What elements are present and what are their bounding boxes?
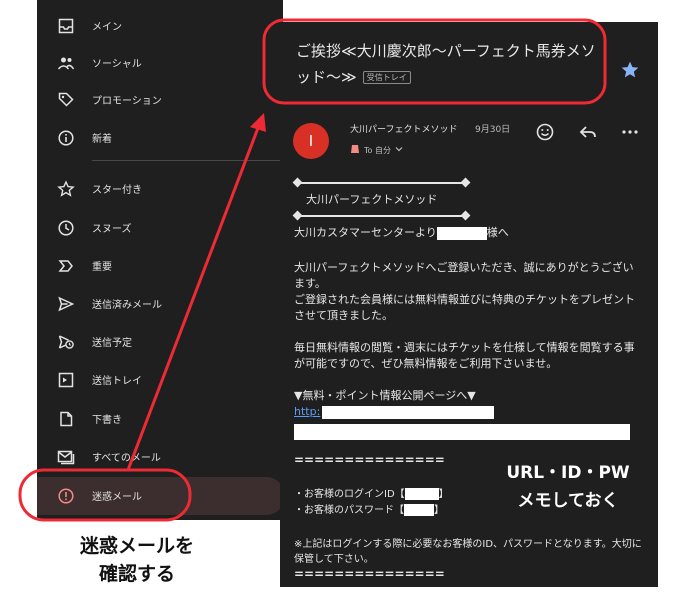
mail-sidebar: メインソーシャルプロモーション 新着スター付きスヌーズ重要送信済みメール 送信予定送… (37, 0, 283, 520)
body-paragraph-2: 毎日無料情報の閲覧・週末にはチケットを仕様して情報を閲覧する事が可能ですので、ぜ… (294, 341, 635, 370)
chevron-down-icon[interactable] (395, 145, 403, 155)
sender-avatar[interactable]: I (293, 123, 329, 159)
sidebar-item[interactable]: 送信予定 (37, 323, 283, 361)
sidebar-item-label: ソーシャル (92, 59, 142, 70)
sidebar-item-label: 送信済みメール (92, 300, 162, 311)
sidebar-item-label: 送信予定 (92, 338, 132, 349)
storage-note: ※上記はログインする際に必要なお客様のID、パスワードとなります。大切に保管して… (294, 539, 642, 565)
sidebar-divider (92, 160, 283, 161)
diamond-ornament (292, 210, 303, 221)
recipient-label: To 自分 (364, 145, 391, 155)
sidebar-item[interactable]: 下書き (37, 400, 283, 438)
more-options-icon[interactable] (620, 122, 640, 146)
inbox-icon (57, 17, 75, 35)
diamond-ornament (292, 177, 303, 188)
spam-warning-icon (350, 144, 360, 156)
diamond-ornament (460, 210, 471, 221)
send-icon (57, 295, 75, 313)
sidebar-item[interactable]: 送信済みメール (37, 285, 283, 323)
redacted-login-id (404, 488, 439, 500)
sidebar-item[interactable]: すべてのメール (37, 438, 283, 476)
star-icon[interactable] (620, 60, 640, 84)
password-label: ・お客様のパスワード【 (294, 505, 404, 516)
email-date: 9月30日 (475, 125, 511, 135)
header-rule-top (298, 182, 466, 184)
sidebar-item[interactable]: メイン (37, 7, 283, 45)
sidebar-item[interactable]: ソーシャル (37, 44, 283, 82)
sender-name[interactable]: 大川パーフェクトメソッド (350, 122, 457, 135)
outbox-icon (57, 371, 75, 389)
greeting-line: 大川カスタマーセンターより 様へ (294, 225, 644, 241)
redacted-password (404, 504, 434, 516)
draft-icon (57, 410, 75, 428)
tag-icon (57, 91, 75, 109)
sidebar-item[interactable]: スヌーズ (37, 209, 283, 247)
login-id-label: ・お客様のログインID【 (294, 489, 405, 500)
redacted-url (322, 405, 495, 419)
info-page-link[interactable]: http: (294, 404, 644, 420)
email-subject-text: ご挨拶≪大川慶次郎〜パーフェクト馬券メソッド〜≫ (296, 42, 596, 86)
info-icon (57, 129, 75, 147)
spam-icon (57, 487, 75, 505)
sidebar-item[interactable]: 重要 (37, 247, 283, 285)
header-rule-bottom (298, 215, 466, 217)
caption-lines: 迷惑メールを 確認する (79, 535, 194, 585)
memo-callout: URL・ID・PW メモしておく (506, 463, 630, 511)
sidebar-item[interactable]: スター付き (37, 170, 283, 208)
sidebar-item-label: メイン (92, 22, 122, 33)
link-prefix[interactable]: http: (294, 405, 320, 418)
people-icon (57, 54, 75, 72)
emoji-react-icon[interactable] (535, 122, 555, 146)
recipient-row[interactable]: To 自分 (350, 144, 403, 156)
important-icon (57, 257, 75, 275)
inbox-label-badge[interactable]: 受信トレイ (362, 71, 411, 84)
caption-text: 迷惑メールを 確認する (47, 532, 227, 588)
sidebar-item-label: 下書き (92, 415, 122, 426)
greeting-suffix: 様へ (486, 226, 509, 239)
email-view: ご挨拶≪大川慶次郎〜パーフェクト馬券メソッド〜≫ 受信トレイ I 大川パーフェクト… (280, 22, 658, 587)
schedule-send-icon (57, 333, 75, 351)
sidebar-item-label: 重要 (92, 262, 112, 273)
sidebar-item-label: 迷惑メール (92, 492, 142, 503)
separator-line: =============== (294, 453, 445, 467)
sidebar-item[interactable]: プロモーション (37, 81, 283, 119)
sidebar-item-label: スター付き (92, 185, 142, 196)
redacted-name (436, 226, 487, 240)
sidebar-item[interactable]: 新着 (37, 119, 283, 157)
all-mail-icon (57, 448, 75, 466)
email-subject: ご挨拶≪大川慶次郎〜パーフェクト馬券メソッド〜≫ 受信トレイ (296, 38, 596, 90)
sidebar-item[interactable]: 送信トレイ (37, 361, 283, 399)
sidebar-item-label: プロモーション (92, 96, 162, 107)
bracket-close: 】 (434, 505, 444, 516)
separator-line: =============== (294, 567, 445, 581)
clock-icon (57, 219, 75, 237)
bracket-close: 】 (438, 489, 449, 500)
redacted-url-line-2 (294, 424, 630, 440)
sidebar-item-label: 新着 (92, 134, 112, 145)
sidebar-item-label: すべてのメール (92, 453, 161, 464)
sidebar-item[interactable]: 迷惑メール (37, 477, 283, 515)
star-icon (57, 180, 75, 198)
sidebar-item-label: スヌーズ (92, 224, 132, 235)
greeting-prefix: 大川カスタマーセンターより (294, 226, 437, 239)
page-heading: ▼無料・ポイント情報公開ページへ▼ (294, 389, 476, 402)
body-paragraph-1: 大川パーフェクトメソッドへご登録いただき、誠にありがとうございます。 ご登録され… (294, 261, 635, 322)
sidebar-item-label: 送信トレイ (92, 376, 142, 387)
newsletter-title: 大川パーフェクトメソッド (306, 193, 438, 206)
diamond-ornament (460, 177, 471, 188)
reply-icon[interactable] (578, 122, 598, 146)
